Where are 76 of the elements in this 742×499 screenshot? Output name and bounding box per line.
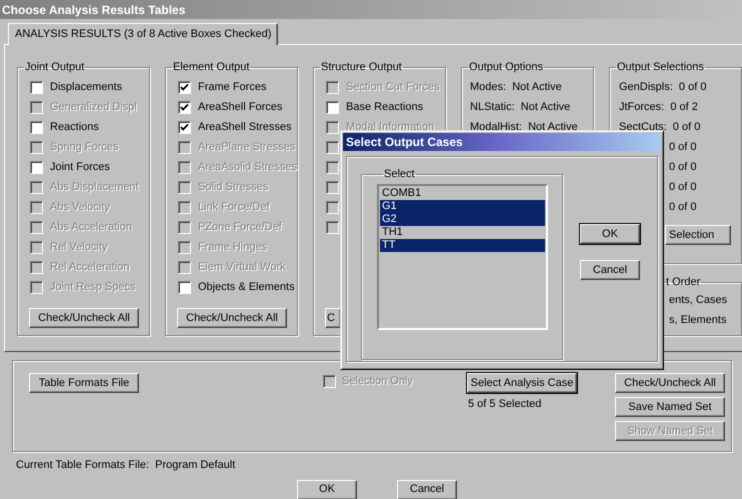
checkbox[interactable]	[30, 80, 43, 94]
selection-count: 0 of 0	[669, 140, 697, 155]
checkbox-label: Modal Information	[346, 120, 434, 135]
group-title: Output Selections	[616, 61, 705, 74]
list-item[interactable]: TT	[380, 239, 545, 252]
group-title: Structure Output	[320, 61, 403, 74]
checkbox-label: Displacements	[50, 80, 122, 95]
list-item[interactable]: G1	[380, 200, 545, 213]
checkbox-label: Spring Forces	[50, 140, 118, 155]
option-text: Modes: Not Active	[470, 80, 562, 95]
checkbox[interactable]	[326, 100, 340, 114]
selected-count: 5 of 5 Selected	[467, 397, 542, 412]
group-title: Select	[383, 168, 416, 181]
button[interactable]: Selection	[665, 225, 731, 245]
checkbox-label: Link Force/Def	[198, 200, 270, 215]
sort-option: ents, Cases	[669, 292, 728, 308]
selection-count: 0 of 0	[669, 160, 697, 175]
checkbox-label: Frame Forces	[198, 80, 266, 95]
checkbox-label: Joint Forces	[50, 160, 110, 175]
checkbox[interactable]	[30, 120, 43, 134]
checkbox-label: AreaShell Forces	[198, 100, 282, 115]
status-text: Current Table Formats File: Program Default	[16, 458, 236, 473]
selection-count: GenDispls: 0 of 0	[619, 80, 706, 95]
button[interactable]: Cancel	[580, 260, 640, 280]
checkbox[interactable]	[178, 280, 191, 294]
list-item[interactable]: COMB1	[380, 187, 545, 200]
checkbox[interactable]	[178, 120, 191, 134]
checkbox-label: Objects & Elements	[198, 280, 295, 295]
checkbox-label: Abs Displacement	[50, 180, 139, 195]
checkbox-label: Base Reactions	[346, 100, 424, 115]
button[interactable]: Table Formats File	[29, 373, 139, 393]
checkbox[interactable]	[178, 100, 191, 114]
selection-count: 0 of 0	[669, 180, 697, 195]
sort-option: s, Elements	[669, 312, 726, 328]
checkbox-label: AreaAsolid Stresses	[198, 160, 298, 175]
group-title: Joint Output	[24, 61, 86, 74]
checkbox[interactable]	[30, 160, 43, 174]
tab[interactable]: ANALYSIS RESULTS (3 of 8 Active Boxes Checked)	[8, 23, 278, 45]
button[interactable]: Save Named Set	[615, 397, 725, 417]
checkbox-label: Solid Stresses	[198, 180, 268, 195]
checkbox[interactable]	[178, 80, 191, 94]
selection-count: JtForces: 0 of 2	[619, 100, 698, 115]
checkbox-label: Abs Acceleration	[50, 220, 132, 235]
dialog-title: Select Output Cases	[346, 134, 463, 151]
checkbox-label: Rel Acceleration	[50, 260, 130, 275]
group-title: Output Options	[468, 61, 544, 74]
checkbox-label: Elem Virtual Work	[198, 260, 286, 275]
checkbox-label: PZone Force/Def	[198, 220, 282, 235]
checkbox-label: AreaShell Stresses	[198, 120, 292, 135]
group-title: t Order	[666, 276, 702, 289]
group-title: Element Output	[172, 61, 250, 74]
button[interactable]: C	[325, 308, 342, 328]
selection-count: SectCuts: 0 of 0	[619, 120, 700, 135]
list-item[interactable]: TH1	[380, 226, 545, 239]
checkbox-label: Section Cut Forces	[346, 80, 440, 95]
button[interactable]: Cancel	[397, 480, 457, 499]
selection-count: 0 of 0	[669, 200, 697, 215]
list-item[interactable]: G2	[380, 213, 545, 226]
option-text: NLStatic: Not Active	[470, 100, 570, 115]
checkbox-label: Reactions	[50, 120, 99, 135]
checkbox-label: Generalized Displ	[50, 100, 137, 115]
checkbox-label: Selection Only	[342, 375, 413, 388]
case-list[interactable]: COMB1 G1 G2 TH1 TT	[377, 184, 548, 330]
button[interactable]: Check/Uncheck All	[29, 308, 139, 328]
checkbox-label: Abs Velocity	[50, 200, 110, 215]
option-text: ModalHist: Not Active	[470, 120, 578, 135]
button[interactable]: Check/Uncheck All	[615, 373, 725, 393]
checkbox-label: Frame Hinges	[198, 240, 268, 255]
button[interactable]: Check/Uncheck All	[176, 308, 287, 328]
button[interactable]: Select Analysis Case	[467, 373, 577, 393]
checkbox-label: AreaPlane Stresses	[198, 140, 296, 155]
button[interactable]: OK	[580, 224, 640, 244]
button[interactable]: OK	[297, 480, 357, 499]
checkbox-label: Rel Velocity	[50, 240, 108, 255]
checkbox-label: Joint Resp Specs	[50, 280, 136, 295]
window-title: Choose Analysis Results Tables	[2, 2, 186, 18]
